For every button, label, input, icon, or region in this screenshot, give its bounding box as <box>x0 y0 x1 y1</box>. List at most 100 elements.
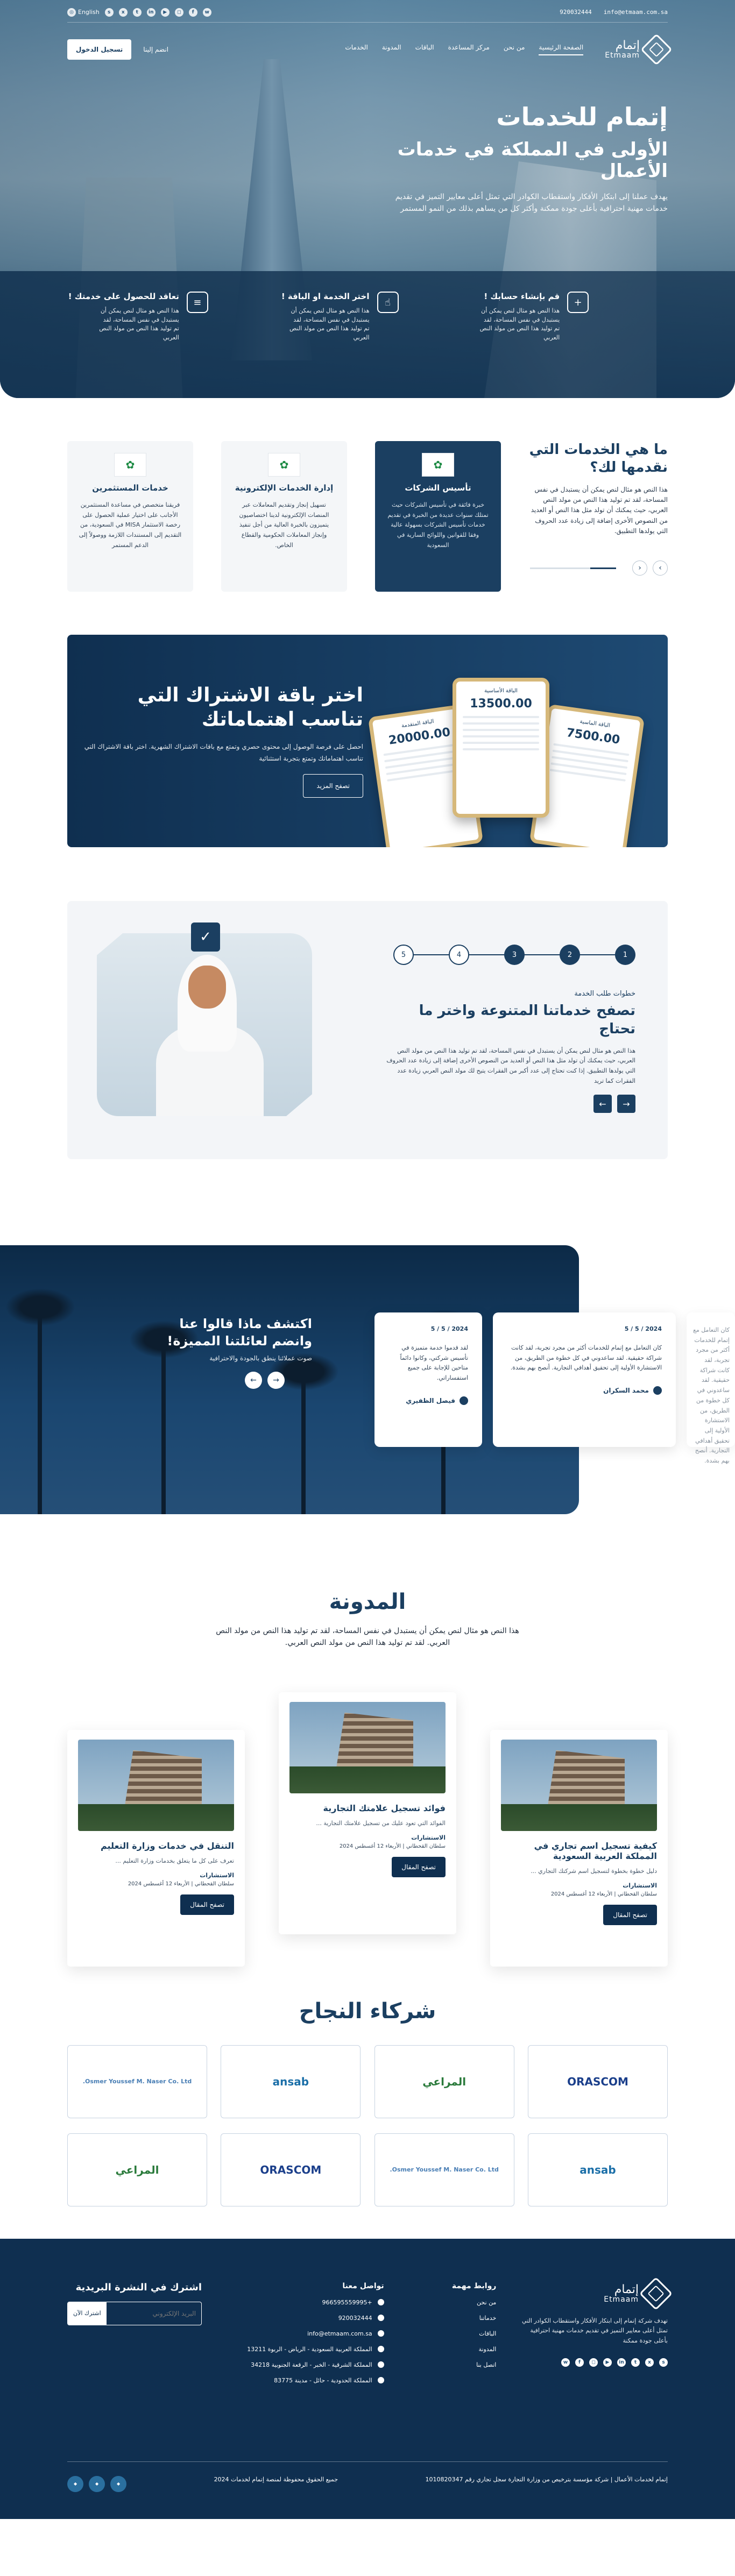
footer-link[interactable]: من نحن <box>405 2299 496 2306</box>
footer-link[interactable]: اتصل بنا <box>405 2361 496 2368</box>
x-icon[interactable]: x <box>645 2358 654 2367</box>
arrow-right-icon[interactable]: → <box>617 1095 635 1113</box>
site-logo[interactable]: إتمام Etmaam <box>605 33 673 66</box>
footer-links: روابط مهمة من نحن خدماتنا الباقات المدون… <box>405 2282 496 2393</box>
nav-packages[interactable]: الباقات <box>415 44 434 55</box>
services-pager: › ‹ <box>530 560 668 576</box>
linkedin-icon[interactable]: in <box>146 8 156 17</box>
instagram-icon[interactable]: ◻ <box>589 2358 598 2367</box>
packages-heading: اختر باقة الاشتراك التي تناسب اهتماماتك <box>137 684 363 730</box>
step-5[interactable]: 5 <box>393 945 414 965</box>
steps-progress: 1 2 3 4 5 <box>393 944 635 966</box>
partner-logo[interactable]: ORASCOM <box>221 2133 361 2206</box>
blog-sub: هذا النص هو مثال لنص يمكن أن يستبدل في ن… <box>216 1627 519 1648</box>
email-link[interactable]: info@etmaam.com.sa <box>604 9 668 16</box>
testimonial-card[interactable]: 2024 / 5 / 5 كان التعامل مع إتمام للخدما… <box>493 1312 676 1447</box>
snapchat-icon[interactable]: s <box>659 2358 668 2367</box>
hero-card-choose-service[interactable]: ☝ اختر الخدمة او الباقة ! هذا النص هو مثا… <box>216 271 399 398</box>
blog-card[interactable]: كيفية تسجيل اسم تجاري في المملكة العربية… <box>490 1729 668 1967</box>
tiktok-icon[interactable]: t <box>631 2358 640 2367</box>
nav-services[interactable]: الخدمات <box>345 44 367 55</box>
partner-logo[interactable]: Osmer Youssef M. Naser Co. Ltd. <box>374 2133 514 2206</box>
step-3[interactable]: 3 <box>504 945 525 965</box>
language-switch[interactable]: ◎ English <box>67 8 100 17</box>
youtube-icon[interactable]: ▶ <box>160 8 169 17</box>
service-card-e-services[interactable]: ✿ إدارة الخدمات الإلكترونية تسهيل إنجاز … <box>221 441 347 592</box>
nav-blog[interactable]: المدونة <box>382 44 401 55</box>
subscribe-button[interactable]: اشترك الآن <box>68 2302 107 2325</box>
main-navbar: إتمام Etmaam الصفحة الرئيسية من نحن مركز… <box>67 33 673 66</box>
location-icon <box>377 2377 384 2384</box>
linkedin-icon[interactable]: in <box>617 2358 626 2367</box>
browse-more-button[interactable]: تصفح المزيد <box>303 774 363 798</box>
nav-help[interactable]: مركز المساعدة <box>448 44 490 55</box>
footer-brand: إتمام Etmaam تهدف شركة إتمام إلى ابتكار ا… <box>517 2276 673 2393</box>
hero-card-contract[interactable]: ≡ تعاقد للحصول على خدمتك ! هذا النص هو مث… <box>25 271 208 398</box>
logo-mark-icon <box>639 2276 673 2310</box>
user-plus-icon: + <box>567 292 589 313</box>
partner-logo[interactable]: المراعي <box>374 2045 514 2118</box>
blog-card[interactable]: فوائد تسجيل علامتك التجارية الفوائد التي… <box>279 1692 456 1934</box>
service-card-company-formation[interactable]: ✿ تأسيس الشركات خبرة فائقة في تأسيس الشر… <box>375 441 501 592</box>
testimonials-section: اكتشف ماذا قالوا عنا وانضم لعائلتنا المم… <box>0 1245 735 1514</box>
arrow-right-icon[interactable]: → <box>267 1372 285 1389</box>
snapchat-icon[interactable]: s <box>104 8 114 17</box>
partner-logo[interactable]: Osmer Youssef M. Naser Co. Ltd. <box>67 2045 208 2118</box>
footer-link[interactable]: المدونة <box>405 2346 497 2353</box>
steps-pager: → ← <box>593 1095 635 1113</box>
footer-contact: تواصل معنا +966595559995 920032444 info@… <box>247 2281 384 2384</box>
x-icon[interactable]: x <box>118 8 128 17</box>
phone-link[interactable]: 920032444 <box>560 9 592 16</box>
top-bar: ◎ English s x t in ▶ ◻ f w 920032444 inf… <box>67 8 668 23</box>
youtube-icon[interactable]: ▶ <box>603 2358 612 2367</box>
login-button[interactable]: تسجيل الدخول <box>67 39 132 60</box>
nav-home[interactable]: الصفحة الرئيسية <box>539 44 584 55</box>
newsletter-email-input[interactable] <box>106 2302 202 2325</box>
hero-card-create-account[interactable]: + قم بإنشاء حسابك ! هذا النص هو مثال لنص … <box>406 271 589 398</box>
vision-logo-icon: ✿ <box>114 453 146 477</box>
footer-link[interactable]: الباقات <box>405 2330 496 2337</box>
arrow-left-icon[interactable]: ← <box>245 1372 262 1389</box>
step-2[interactable]: 2 <box>560 945 580 965</box>
vision-logo-icon: ✿ <box>422 453 454 477</box>
nav-about[interactable]: من نحن <box>504 44 525 55</box>
certificate-icon: ◆ <box>110 2475 127 2492</box>
whatsapp-icon[interactable]: w <box>202 8 211 17</box>
location-icon <box>377 2346 384 2353</box>
step-4[interactable]: 4 <box>449 945 469 965</box>
partner-logo[interactable]: ansab <box>528 2133 668 2206</box>
read-article-button[interactable]: تصفح المقال <box>392 1857 446 1878</box>
partners-grid: ORASCOM المراعي ansab Osmer Youssef M. N… <box>67 2045 668 2206</box>
read-article-button[interactable]: تصفح المقال <box>603 1905 657 1926</box>
service-card-investors[interactable]: ✿ خدمات المستثمرين فريقنا متخصص في مساعد… <box>67 441 193 592</box>
chevron-left-icon[interactable]: ‹ <box>632 560 647 576</box>
facebook-icon[interactable]: f <box>575 2358 584 2367</box>
mail-icon <box>377 2330 384 2337</box>
read-article-button[interactable]: تصفح المقال <box>180 1894 234 1915</box>
step-1[interactable]: 1 <box>615 945 635 965</box>
testimonial-card-partial[interactable]: 2024 / 5 / 5 لقد قدموا خدمة متميزة في تأ… <box>374 1312 482 1447</box>
packages-phones: الباقة المتقدمة 20000.00 الباقة الماسية … <box>356 672 645 847</box>
partner-logo[interactable]: ansab <box>221 2045 361 2118</box>
packages-banner: الباقة المتقدمة 20000.00 الباقة الماسية … <box>67 635 668 847</box>
partner-logo[interactable]: ORASCOM <box>528 2045 668 2118</box>
arrow-left-icon[interactable]: ← <box>593 1095 612 1113</box>
services-section: ما هي الخدمات التي نقدمها لك؟ هذا النص ه… <box>67 441 668 592</box>
partners-section: شركاء النجاح ORASCOM المراعي ansab Osmer… <box>67 1999 668 2206</box>
footer-link[interactable]: خدماتنا <box>405 2315 497 2322</box>
steps-heading: تصفح خدماتنا المتنوعة واختر ما تحتاج <box>419 1003 635 1037</box>
avatar-icon <box>460 1396 468 1405</box>
testimonials-pager: → ← <box>245 1372 285 1389</box>
facebook-icon[interactable]: f <box>188 8 197 17</box>
partners-heading: شركاء النجاح <box>299 1998 436 2024</box>
instagram-icon[interactable]: ◻ <box>174 8 183 17</box>
tiktok-icon[interactable]: t <box>132 8 142 17</box>
checkmark-icon: ✓ <box>191 922 220 952</box>
chevron-right-icon[interactable]: › <box>653 560 668 576</box>
blog-image <box>78 1739 234 1831</box>
blog-card[interactable]: التنقل في خدمات وزارة التعليم تعرف على ك… <box>67 1729 245 1967</box>
partner-logo[interactable]: المراعي <box>67 2133 208 2206</box>
join-us-link[interactable]: انضم إلينا <box>138 40 174 59</box>
footer-logo[interactable]: إتمام Etmaam <box>517 2276 673 2310</box>
whatsapp-icon[interactable]: w <box>561 2358 570 2367</box>
